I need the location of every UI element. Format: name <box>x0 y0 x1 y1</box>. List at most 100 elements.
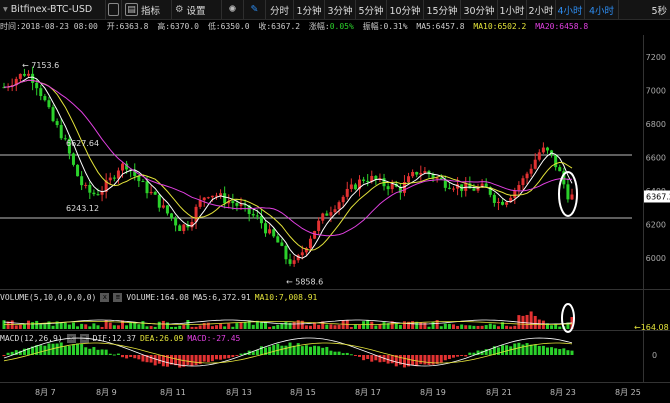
tab-5s[interactable]: 5秒 <box>648 0 670 19</box>
volume-bar <box>366 320 370 329</box>
candle <box>35 79 39 96</box>
info-ma10: MA10:6502.2 <box>473 22 527 31</box>
tab-timeframe[interactable]: 5分钟 <box>356 0 387 19</box>
candle <box>84 182 88 189</box>
macd-bar <box>378 355 382 363</box>
volume-value: VOLUME:164.08 <box>126 293 189 302</box>
candle <box>161 199 165 209</box>
candle <box>129 168 133 178</box>
volume-bar <box>415 321 419 329</box>
macd-bar <box>76 343 80 355</box>
pencil-icon: ✎ <box>250 4 259 15</box>
volume-bar <box>443 323 447 329</box>
macd-bar <box>116 353 120 355</box>
tab-timeframe[interactable]: 1小时 <box>498 0 527 19</box>
settings-icon[interactable]: ≡ <box>79 334 89 343</box>
macd-bar <box>292 345 296 355</box>
candle <box>2 82 6 89</box>
ma-line <box>3 79 573 237</box>
macd-bar <box>133 355 137 359</box>
macd-bar <box>313 345 317 355</box>
macd-bar <box>550 347 554 355</box>
volume-bar <box>345 320 349 329</box>
macd-bar <box>104 349 108 355</box>
settings-button[interactable]: ⚙ 设置 <box>172 0 222 19</box>
info-ma20: MA20:6458.8 <box>535 22 589 31</box>
volume-bar <box>214 325 218 329</box>
toggle-button[interactable] <box>106 0 122 19</box>
candle <box>219 189 223 199</box>
tab-timeframe[interactable]: 10分钟 <box>387 0 424 19</box>
macd-bar <box>398 355 402 365</box>
macd-bar <box>570 350 574 355</box>
support-label: 6243.12 <box>66 204 99 213</box>
symbol-label: Bitfinex-BTC-USD <box>10 4 93 15</box>
volume-bar <box>31 322 35 329</box>
candle <box>378 173 382 183</box>
tab-timeframe[interactable]: 30分钟 <box>461 0 498 19</box>
candle <box>492 192 496 207</box>
candle <box>145 176 149 199</box>
candle <box>178 224 182 232</box>
macd-bar <box>558 349 562 355</box>
dropdown-arrow-icon: ▾ <box>3 4 8 15</box>
candle <box>337 200 341 215</box>
macd-bar <box>362 355 366 361</box>
candle <box>570 188 574 200</box>
volume-bar <box>496 326 500 329</box>
candle <box>443 175 447 192</box>
close-icon[interactable]: x <box>100 293 110 302</box>
tab-timeframe[interactable]: 2小时 <box>527 0 556 19</box>
volume-bar <box>186 320 190 329</box>
symbol-selector[interactable]: ▾ Bitfinex-BTC-USD <box>0 0 106 19</box>
candle <box>276 233 280 243</box>
macd-bar <box>464 355 468 357</box>
volume-bar <box>292 321 296 329</box>
volume-bar <box>227 323 231 329</box>
macd-bar <box>170 355 174 365</box>
candle <box>157 194 161 212</box>
volume-bar <box>447 323 451 329</box>
candle <box>386 183 390 196</box>
macd-bar <box>321 347 325 355</box>
macd-bar <box>537 346 541 355</box>
volume-bar <box>472 325 476 329</box>
macd-bar <box>374 355 378 361</box>
info-time: 时间:2018-08-23 08:00 <box>0 22 98 31</box>
tab-timeframe[interactable]: 分时 <box>266 0 294 19</box>
draw-button[interactable]: ✎ <box>244 0 266 19</box>
candle <box>447 183 451 190</box>
candle <box>304 246 308 257</box>
tab-5s-label: 5秒 <box>651 5 667 17</box>
candle <box>366 174 370 187</box>
candle <box>63 134 67 141</box>
settings-icon[interactable]: ≡ <box>113 293 123 302</box>
tab-timeframe[interactable]: 3分钟 <box>325 0 356 19</box>
candle <box>398 183 402 200</box>
volume-bar <box>255 320 259 329</box>
candle <box>231 193 235 210</box>
macd-bar <box>358 355 362 357</box>
volume-bar <box>112 325 116 329</box>
tab-timeframe[interactable]: 4小时 <box>556 0 585 19</box>
candle <box>182 223 186 235</box>
close-icon[interactable]: x <box>66 334 76 343</box>
volume-bar <box>198 325 202 329</box>
fullscreen-button[interactable]: ✺ <box>222 0 244 19</box>
volume-bar <box>464 325 468 329</box>
macd-bar <box>447 355 451 359</box>
tab-timeframe[interactable]: 1分钟 <box>294 0 325 19</box>
ma-line <box>3 76 573 259</box>
volume-bar <box>333 325 337 329</box>
volume-bar <box>161 320 165 329</box>
candle <box>31 66 35 91</box>
candle <box>472 183 476 192</box>
candle <box>517 181 521 197</box>
volume-bar <box>71 322 75 329</box>
tab-timeframe[interactable]: 15分钟 <box>424 0 461 19</box>
volume-bar <box>2 320 6 329</box>
candle <box>51 104 55 123</box>
tab-timeframe[interactable]: 4小时 <box>585 0 619 19</box>
volume-bar <box>43 324 47 329</box>
indicator-button[interactable]: ▤ 指标 <box>122 0 172 19</box>
